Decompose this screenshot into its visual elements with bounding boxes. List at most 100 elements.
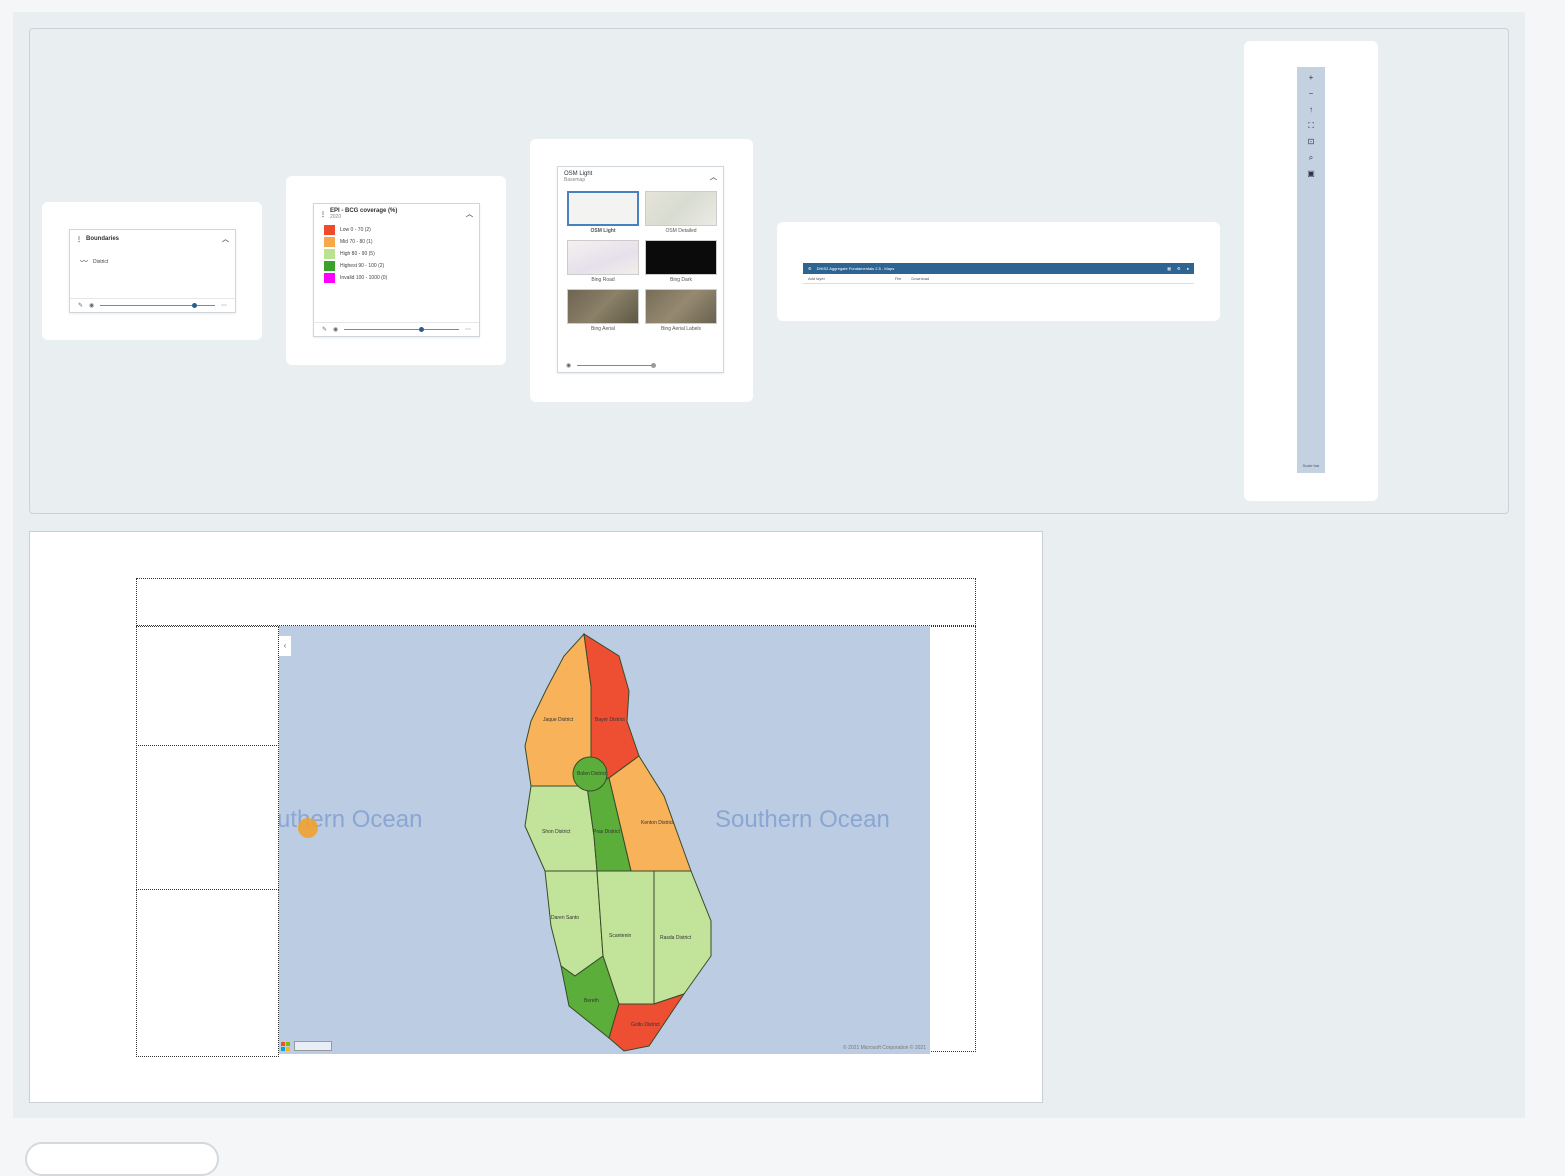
district-label: Jaque District <box>543 717 574 723</box>
legend-class-row: Mid 70 - 80 (1) <box>314 236 479 248</box>
legend-class-label: Invalid 100 - 1000 (0) <box>340 275 388 281</box>
legend-swatch <box>324 249 335 259</box>
file-menu[interactable]: File <box>895 276 901 281</box>
legend-class-row: High 80 - 90 (5) <box>314 248 479 260</box>
district-label: Pras District <box>593 829 621 835</box>
settings-icon[interactable]: ⚙ <box>1177 266 1181 271</box>
basemap-option[interactable]: OSM Light <box>567 191 639 234</box>
microsoft-logo-icon <box>281 1041 290 1051</box>
basemap-controls: ◉ <box>558 359 723 372</box>
add-layer-button[interactable]: Add layer <box>808 276 825 281</box>
basemap-grid: OSM Light OSM Detailed Bing Road Bing Da… <box>558 187 723 336</box>
legend-class-label: High 80 - 90 (5) <box>340 251 375 257</box>
basemap-card: OSM Light Basemap ︿ OSM Light OSM Detail… <box>530 139 753 402</box>
boundaries-title: Boundaries <box>86 236 120 242</box>
profile-icon[interactable]: ● <box>1187 266 1189 271</box>
apps-icon[interactable]: ▦ <box>1167 266 1171 271</box>
legend-class-label: Low 0 - 70 (2) <box>340 227 371 233</box>
basemap-thumbnail[interactable] <box>645 191 717 226</box>
chevron-up-icon[interactable]: ︿ <box>710 172 717 182</box>
more-icon[interactable]: ⋯ <box>465 326 471 333</box>
search-icon[interactable]: ⌕ <box>1309 153 1313 163</box>
basemap-thumbnail[interactable] <box>567 289 639 324</box>
district-label: Bayer District <box>595 717 625 723</box>
district-daren <box>544 870 604 977</box>
header-bar-card: ⚙ DHIS2 Aggregate Fundamentals 2.5 - Map… <box>777 222 1220 321</box>
basemap-option[interactable]: Bing Dark <box>645 240 717 283</box>
district-label: Daren Santo <box>551 915 579 921</box>
legend-swatch <box>324 225 335 235</box>
legend-panel: ⋮ Boundaries ︿ 〰 District ✎ ◉ ⋯ ⋮ EPI - … <box>29 28 1509 514</box>
opacity-slider[interactable] <box>577 363 657 368</box>
legend-class-label: Mid 70 - 80 (1) <box>340 239 373 245</box>
district-label: Kenton District <box>641 820 674 826</box>
fullscreen-icon[interactable]: ▣ <box>1307 169 1315 179</box>
north-arrow-icon[interactable]: ↑ <box>1309 105 1313 115</box>
bottom-pill-button[interactable] <box>25 1142 219 1176</box>
map-attribution-logo <box>281 1041 332 1051</box>
coverage-legend: ⋮ EPI - BCG coverage (%) 2020 ︿ Low 0 - … <box>313 203 480 337</box>
edit-icon[interactable]: ✎ <box>322 326 327 333</box>
zoom-extent-icon[interactable]: ⊡ <box>1308 137 1315 147</box>
basemap-thumbnail[interactable] <box>645 289 717 324</box>
basemap-thumbnail[interactable] <box>567 191 639 226</box>
map-copyright: © 2021 Microsoft Corporation © 2021 <box>843 1045 926 1051</box>
download-menu[interactable]: Download <box>911 276 929 281</box>
layer-controls: ✎ ◉ ⋯ <box>314 322 479 336</box>
legend-swatch <box>324 273 335 283</box>
layer-controls: ✎ ◉ ⋯ <box>70 298 235 312</box>
chevron-up-icon[interactable]: ︿ <box>222 234 229 244</box>
basemap-option-label: OSM Light <box>590 228 616 234</box>
fit-bounds-icon[interactable]: ⛶ <box>1308 121 1314 131</box>
scale-bar-label: Scale bar <box>1302 463 1320 468</box>
boundaries-item: 〰 District <box>70 248 235 269</box>
boundaries-item-label: District <box>93 258 109 265</box>
legend-class-label: Highest 90 - 100 (2) <box>340 263 385 269</box>
zoom-in-icon[interactable]: + <box>1309 73 1314 83</box>
zoom-out-icon[interactable]: − <box>1309 89 1314 99</box>
boundaries-card: ⋮ Boundaries ︿ 〰 District ✎ ◉ ⋯ <box>42 202 262 340</box>
edit-icon[interactable]: ✎ <box>78 302 83 309</box>
app-logo-icon: ⚙ <box>808 266 812 271</box>
basemap-subtitle: Basemap <box>564 177 586 183</box>
opacity-slider[interactable] <box>100 303 215 308</box>
drag-handle-icon[interactable]: ⋮ <box>320 211 326 218</box>
basemap-option[interactable]: OSM Detailed <box>645 191 717 234</box>
more-icon[interactable]: ⋯ <box>221 302 227 309</box>
visibility-icon[interactable]: ◉ <box>89 302 94 309</box>
app-menu-bar: Add layer File Download <box>803 274 1194 284</box>
layout-region-left-2 <box>136 745 279 890</box>
basemap-option-label: Bing Aerial Labels <box>660 326 702 332</box>
basemap-option-label: Bing Dark <box>670 277 692 283</box>
boundaries-header[interactable]: ⋮ Boundaries ︿ <box>70 230 235 248</box>
toolbar-card: + − ↑ ⛶ ⊡ ⌕ ▣ Scale bar <box>1244 41 1378 501</box>
layout-region-right <box>929 626 976 1052</box>
app-title: DHIS2 Aggregate Fundamentals 2.5 - Maps <box>816 266 895 271</box>
district-label: Bereth <box>584 998 599 1004</box>
basemap-thumbnail[interactable] <box>567 240 639 275</box>
legend-class-row: Invalid 100 - 1000 (0) <box>314 272 479 284</box>
legend-class-row: Highest 90 - 100 (2) <box>314 260 479 272</box>
map-view[interactable]: ‹ uthern Ocean Southern Ocean Jaque Dist… <box>279 626 930 1054</box>
basemap-option[interactable]: Bing Aerial <box>567 289 639 332</box>
opacity-slider[interactable] <box>344 327 459 332</box>
basemap-thumbnail[interactable] <box>645 240 717 275</box>
visibility-icon[interactable]: ◉ <box>333 326 338 333</box>
coverage-card: ⋮ EPI - BCG coverage (%) 2020 ︿ Low 0 - … <box>286 176 506 365</box>
choropleth-map: Jaque District Bayer District Bolen Dist… <box>524 632 712 1052</box>
legend-swatch <box>324 237 335 247</box>
mouse-cursor-highlight <box>298 818 318 838</box>
visibility-icon[interactable]: ◉ <box>566 362 571 369</box>
chevron-up-icon[interactable]: ︿ <box>466 209 473 219</box>
drag-handle-icon[interactable]: ⋮ <box>76 236 82 243</box>
district-label: Golto District <box>631 1022 660 1028</box>
basemap-option[interactable]: Bing Road <box>567 240 639 283</box>
basemap-option-label: Bing Road <box>591 277 615 283</box>
basemap-header[interactable]: OSM Light Basemap ︿ <box>558 167 723 187</box>
district-label: Shon District <box>542 829 571 835</box>
layout-region-left-3 <box>136 889 279 1057</box>
scale-bar <box>294 1041 332 1051</box>
basemap-option[interactable]: Bing Aerial Labels <box>645 289 717 332</box>
legend-class-row: Low 0 - 70 (2) <box>314 224 479 236</box>
coverage-header[interactable]: ⋮ EPI - BCG coverage (%) 2020 ︿ <box>314 204 479 224</box>
